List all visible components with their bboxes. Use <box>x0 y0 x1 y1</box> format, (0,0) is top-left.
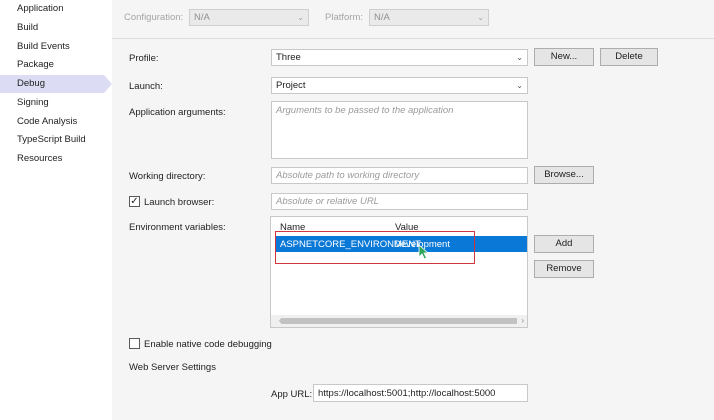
profile-select[interactable]: Three ⌄ <box>271 49 528 66</box>
launch-value: Project <box>276 80 306 91</box>
profile-label: Profile: <box>129 53 159 64</box>
sidebar-item-signing[interactable]: Signing <box>0 94 112 112</box>
browse-button[interactable]: Browse... <box>534 166 594 184</box>
sidebar-item-debug[interactable]: Debug <box>0 75 112 93</box>
configuration-select[interactable]: N/A ⌄ <box>189 9 309 26</box>
chevron-down-icon: ⌄ <box>516 81 523 90</box>
launch-label: Launch: <box>129 81 163 92</box>
native-debug-checkbox[interactable] <box>129 338 140 349</box>
add-env-var-button[interactable]: Add <box>534 235 594 253</box>
launch-select[interactable]: Project ⌄ <box>271 77 528 94</box>
platform-label: Platform: <box>325 12 364 23</box>
chevron-down-icon: ⌄ <box>477 13 484 22</box>
sidebar-item-application[interactable]: Application <box>0 0 112 18</box>
sidebar-item-typescript-build[interactable]: TypeScript Build <box>0 131 112 149</box>
profile-value: Three <box>276 52 301 63</box>
chevron-down-icon: ⌄ <box>516 53 523 62</box>
selection-highlight-box <box>275 231 475 264</box>
sidebar-item-code-analysis[interactable]: Code Analysis <box>0 113 112 131</box>
platform-value: N/A <box>374 12 390 23</box>
launch-browser-checkbox[interactable]: ✓ <box>129 196 140 207</box>
sidebar-item-build[interactable]: Build <box>0 19 112 37</box>
configuration-value: N/A <box>194 12 210 23</box>
checkmark-icon: ✓ <box>130 196 139 207</box>
sidebar: Application Build Build Events Package D… <box>0 0 112 420</box>
sidebar-item-package[interactable]: Package <box>0 56 112 74</box>
launch-browser-label: Launch browser: <box>144 197 215 208</box>
horizontal-scrollbar[interactable]: ‹ › <box>271 315 527 327</box>
mouse-pointer-icon <box>418 244 430 260</box>
chevron-down-icon: ⌄ <box>297 13 304 22</box>
platform-select[interactable]: N/A ⌄ <box>369 9 489 26</box>
env-vars-label: Environment variables: <box>129 222 226 233</box>
configuration-label: Configuration: <box>124 12 184 23</box>
native-debug-label: Enable native code debugging <box>144 339 272 350</box>
new-profile-button[interactable]: New... <box>534 48 594 66</box>
app-args-label: Application arguments: <box>129 107 226 118</box>
sidebar-item-resources[interactable]: Resources <box>0 150 112 168</box>
web-server-settings-heading: Web Server Settings <box>129 362 216 373</box>
scrollbar-thumb[interactable] <box>281 318 517 324</box>
scroll-right-icon[interactable]: › <box>521 315 524 327</box>
sidebar-item-build-events[interactable]: Build Events <box>0 38 112 56</box>
remove-env-var-button[interactable]: Remove <box>534 260 594 278</box>
app-url-input[interactable]: https://localhost:5001;http://localhost:… <box>313 384 528 402</box>
working-dir-label: Working directory: <box>129 171 206 182</box>
app-args-input[interactable]: Arguments to be passed to the applicatio… <box>271 101 528 159</box>
launch-browser-url-input[interactable]: Absolute or relative URL <box>271 193 528 210</box>
working-dir-input[interactable]: Absolute path to working directory <box>271 167 528 184</box>
app-url-label: App URL: <box>271 389 313 400</box>
delete-profile-button[interactable]: Delete <box>600 48 658 66</box>
